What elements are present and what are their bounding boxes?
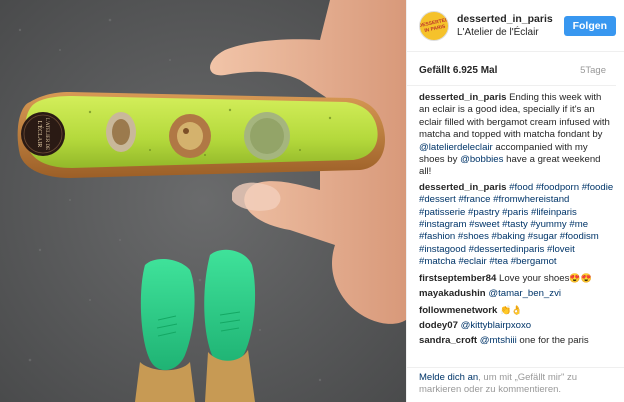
caption-mention-2[interactable]: @bobbies (460, 154, 503, 165)
comment-username[interactable]: dodey07 (419, 320, 458, 331)
svg-text:L'ATELIER DE: L'ATELIER DE (44, 118, 49, 150)
post-photo[interactable]: L'ATELIER DE L'ÉCLAIR (0, 0, 406, 402)
comment-text: one for the paris (516, 335, 589, 347)
caption: desserted_in_paris Ending this week with… (419, 92, 614, 179)
avatar[interactable]: DESSERTED IN PARIS (419, 10, 449, 41)
comment-username[interactable]: firstseptember84 (419, 273, 496, 284)
svg-text:L'ÉCLAIR: L'ÉCLAIR (36, 121, 44, 147)
hashtag-list[interactable]: #food #foodporn #foodie #dessert #france… (419, 182, 613, 267)
login-link[interactable]: Melde dich an (419, 372, 478, 383)
comment-mention[interactable]: @mtshiii (480, 335, 517, 346)
likes-count[interactable]: Gefällt 6.925 Mal (419, 65, 497, 85)
comment-mention[interactable]: @tamar_ben_zvi (488, 288, 561, 299)
header-text: desserted_in_paris L'Atelier de l'Éclair (457, 12, 564, 40)
clap-ok-emoji-icon: 👏👌 (500, 304, 523, 315)
comment-mention[interactable]: @kittyblairpxoxo (461, 320, 532, 331)
comment-username[interactable]: mayakadushin (419, 288, 486, 299)
eclair-photo-illustration: L'ATELIER DE L'ÉCLAIR (0, 0, 406, 402)
hashtag-username[interactable]: desserted_in_paris (419, 182, 506, 193)
post-time[interactable]: 5Tage (580, 65, 606, 85)
post-side-panel: DESSERTED IN PARIS desserted_in_paris L'… (406, 0, 624, 402)
list-item: firstseptember84 Love your shoes😍😍 (419, 272, 614, 285)
comment-username[interactable]: sandra_croft (419, 335, 477, 346)
caption-username[interactable]: desserted_in_paris (419, 92, 506, 103)
hashtag-comment: desserted_in_paris #food #foodporn #food… (419, 182, 614, 269)
comment-list[interactable]: desserted_in_paris Ending this week with… (407, 86, 624, 368)
follow-button[interactable]: Folgen (563, 15, 616, 36)
list-item: dodey07 @kittyblairpxoxo (419, 320, 614, 332)
caption-mention-1[interactable]: @latelierdeleclair (419, 142, 493, 153)
login-prompt: Melde dich an, um mit „Gefällt mir" zu m… (407, 367, 624, 402)
location-link[interactable]: L'Atelier de l'Éclair (457, 26, 564, 40)
avatar-text: DESSERTED IN PARIS (419, 16, 449, 34)
comment-text: Love your shoes (499, 272, 570, 284)
username-link[interactable]: desserted_in_paris (457, 12, 564, 26)
comment-username[interactable]: followmenetwork (419, 305, 497, 316)
stats-row: Gefällt 6.925 Mal 5Tage (407, 52, 616, 86)
list-item: mayakadushin @tamar_ben_zvi (419, 288, 614, 300)
post-header: DESSERTED IN PARIS desserted_in_paris L'… (407, 0, 624, 52)
list-item: sandra_croft @mtshiii one for the paris (419, 335, 614, 347)
list-item: followmenetwork 👏👌 (419, 304, 614, 317)
heart-eyes-emoji-icon: 😍😍 (569, 272, 592, 283)
